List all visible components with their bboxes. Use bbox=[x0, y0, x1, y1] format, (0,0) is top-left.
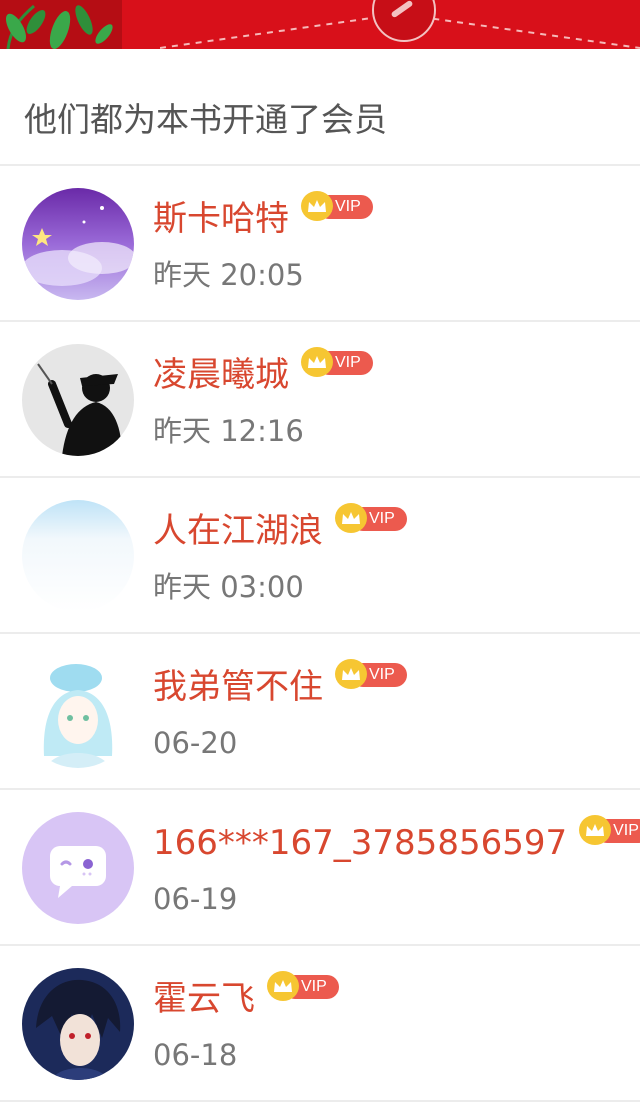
avatar[interactable] bbox=[22, 344, 134, 456]
join-time: 昨天 20:05 bbox=[153, 258, 304, 292]
list-item[interactable]: 166***167_3785856597 VIP 06-19 bbox=[0, 790, 640, 946]
vip-label: VIP bbox=[369, 666, 395, 683]
vip-label: VIP bbox=[369, 510, 395, 527]
top-banner bbox=[0, 0, 640, 49]
avatar[interactable] bbox=[22, 968, 134, 1080]
default-chat-avatar-icon bbox=[22, 812, 134, 924]
member-list: 斯卡哈特 VIP 昨天 20:05 凌晨曦城 VIP 昨天 12:16 人在江湖… bbox=[0, 164, 640, 1102]
member-name[interactable]: 人在江湖浪 bbox=[153, 510, 323, 552]
sky-blur-avatar-icon bbox=[22, 500, 134, 612]
member-name[interactable]: 166***167_3785856597 bbox=[153, 822, 567, 864]
crown-icon bbox=[267, 971, 299, 1001]
avatar[interactable] bbox=[22, 656, 134, 768]
crown-icon bbox=[335, 503, 367, 533]
member-name[interactable]: 我弟管不住 bbox=[153, 666, 323, 708]
crown-icon bbox=[335, 659, 367, 689]
list-item[interactable]: 我弟管不住 VIP 06-20 bbox=[0, 634, 640, 790]
galaxy-avatar-icon bbox=[22, 188, 134, 300]
join-time: 06-19 bbox=[153, 882, 238, 916]
vip-label: VIP bbox=[301, 978, 327, 995]
vip-badge: VIP bbox=[335, 659, 407, 689]
silhouette-smoker-avatar-icon bbox=[22, 344, 134, 456]
member-name[interactable]: 斯卡哈特 bbox=[153, 198, 289, 240]
join-time: 06-18 bbox=[153, 1038, 238, 1072]
avatar[interactable] bbox=[22, 500, 134, 612]
vip-badge: VIP bbox=[335, 503, 407, 533]
list-item[interactable]: 霍云飞 VIP 06-18 bbox=[0, 946, 640, 1102]
avatar[interactable] bbox=[22, 812, 134, 924]
anime-girl-avatar-icon bbox=[22, 656, 134, 768]
join-time: 06-20 bbox=[153, 726, 238, 760]
member-name[interactable]: 霍云飞 bbox=[153, 978, 255, 1020]
vip-label: VIP bbox=[335, 354, 361, 371]
vip-badge: VIP bbox=[267, 971, 339, 1001]
vip-label: VIP bbox=[335, 198, 361, 215]
anime-ninja-avatar-icon bbox=[22, 968, 134, 1080]
vip-badge: VIP bbox=[579, 815, 640, 845]
vip-label: VIP bbox=[613, 822, 639, 839]
list-item[interactable]: 斯卡哈特 VIP 昨天 20:05 bbox=[0, 166, 640, 322]
crown-icon bbox=[301, 191, 333, 221]
join-time: 昨天 12:16 bbox=[153, 414, 304, 448]
crown-icon bbox=[301, 347, 333, 377]
section-title: 他们都为本书开通了会员 bbox=[24, 100, 387, 139]
leaf-decoration bbox=[0, 0, 122, 49]
avatar[interactable] bbox=[22, 188, 134, 300]
vip-badge: VIP bbox=[301, 191, 373, 221]
join-time: 昨天 03:00 bbox=[153, 570, 304, 604]
member-name[interactable]: 凌晨曦城 bbox=[153, 354, 289, 396]
list-item[interactable]: 人在江湖浪 VIP 昨天 03:00 bbox=[0, 478, 640, 634]
vip-badge: VIP bbox=[301, 347, 373, 377]
list-item[interactable]: 凌晨曦城 VIP 昨天 12:16 bbox=[0, 322, 640, 478]
crown-icon bbox=[579, 815, 612, 845]
section-header: 他们都为本书开通了会员 bbox=[0, 49, 640, 164]
